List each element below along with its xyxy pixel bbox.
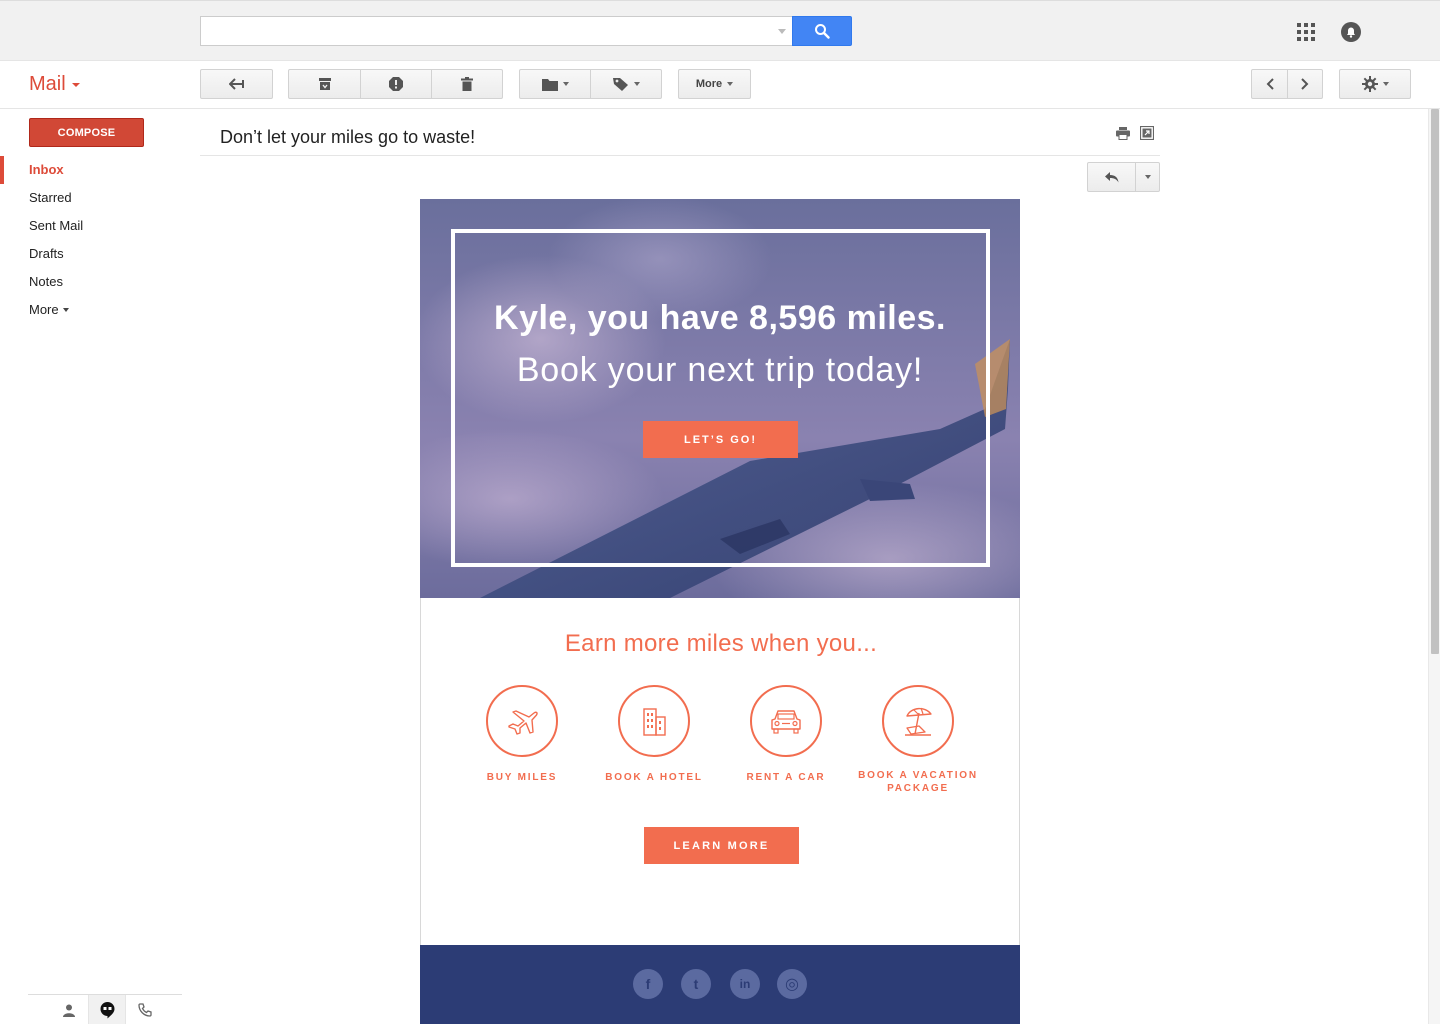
sidebar-footer-tabs bbox=[28, 994, 182, 1024]
scrollbar-thumb[interactable] bbox=[1431, 109, 1439, 654]
report-spam-icon bbox=[389, 77, 403, 91]
archive-button[interactable] bbox=[288, 69, 361, 99]
feature-icon-circle bbox=[486, 685, 558, 757]
airplane-icon bbox=[508, 710, 538, 735]
feature-label: BOOK A HOTEL bbox=[605, 772, 703, 783]
linkedin-icon[interactable]: in bbox=[730, 969, 760, 999]
contacts-tab[interactable] bbox=[50, 995, 88, 1024]
facebook-icon[interactable]: f bbox=[633, 969, 663, 999]
feature-label: BOOK A VACATION PACKAGE bbox=[858, 770, 978, 794]
lets-go-button[interactable]: LET’S GO! bbox=[643, 421, 798, 458]
sidebar-item-starred[interactable]: Starred bbox=[0, 184, 190, 212]
reply-button[interactable] bbox=[1087, 162, 1136, 192]
message-subject: Don’t let your miles go to waste! bbox=[220, 127, 476, 147]
feature-book-vacation-package[interactable]: BOOK A VACATION PACKAGE bbox=[858, 685, 978, 795]
chevron-right-icon bbox=[1301, 78, 1309, 90]
subject-divider bbox=[200, 155, 1160, 156]
toolbar-divider bbox=[0, 108, 1440, 109]
more-actions-label: More bbox=[695, 78, 723, 90]
mail-app-switcher[interactable]: Mail bbox=[29, 73, 80, 96]
chevron-down-icon bbox=[633, 82, 640, 86]
delete-button[interactable] bbox=[431, 69, 503, 99]
more-actions-button[interactable]: More bbox=[678, 69, 751, 99]
feature-icon-circle bbox=[618, 685, 690, 757]
labels-icon bbox=[612, 78, 628, 91]
feature-icon-circle bbox=[750, 685, 822, 757]
sidebar-item-label: Drafts bbox=[29, 246, 64, 261]
email-body: Kyle, you have 8,596 miles. Book your ne… bbox=[420, 199, 1020, 1024]
reply-icon bbox=[1104, 171, 1118, 182]
sidebar-item-sent-mail[interactable]: Sent Mail bbox=[0, 212, 190, 240]
settings-gear-icon bbox=[1361, 76, 1378, 92]
chevron-down-icon bbox=[71, 82, 80, 87]
delete-icon bbox=[461, 77, 473, 91]
sidebar-item-label: Starred bbox=[29, 190, 72, 205]
mail-label: Mail bbox=[29, 73, 66, 95]
sidebar-item-drafts[interactable]: Drafts bbox=[0, 240, 190, 268]
feature-book-hotel[interactable]: BOOK A HOTEL bbox=[594, 685, 714, 784]
contacts-icon bbox=[63, 1004, 75, 1017]
chevron-down-icon bbox=[62, 308, 69, 312]
search-options-caret-icon[interactable] bbox=[778, 29, 786, 34]
move-to-button[interactable] bbox=[519, 69, 591, 99]
beach-umbrella-icon bbox=[905, 707, 932, 736]
sidebar-item-notes[interactable]: Notes bbox=[0, 268, 190, 296]
hero-banner: Kyle, you have 8,596 miles. Book your ne… bbox=[420, 199, 1020, 598]
chevron-down-icon bbox=[1382, 82, 1389, 86]
notifications-icon[interactable] bbox=[1340, 21, 1362, 43]
feature-buy-miles[interactable]: BUY MILES bbox=[462, 685, 582, 784]
older-button[interactable] bbox=[1287, 69, 1323, 99]
page-scrollbar[interactable] bbox=[1428, 109, 1440, 1024]
search-button[interactable] bbox=[792, 16, 852, 46]
learn-more-button[interactable]: LEARN MORE bbox=[644, 827, 799, 864]
search-icon bbox=[815, 24, 830, 39]
twitter-icon[interactable]: t bbox=[681, 969, 711, 999]
settings-button[interactable] bbox=[1339, 69, 1411, 99]
hangouts-tab[interactable] bbox=[88, 995, 126, 1024]
feature-label: BUY MILES bbox=[486, 772, 558, 783]
chevron-down-icon bbox=[727, 82, 734, 86]
phone-tab[interactable] bbox=[126, 995, 164, 1024]
hotel-building-icon bbox=[643, 708, 666, 736]
hero-headline: Kyle, you have 8,596 miles. bbox=[494, 299, 946, 337]
phone-icon bbox=[138, 1003, 152, 1017]
earn-miles-title: Earn more miles when you... bbox=[564, 630, 878, 657]
move-to-folder-icon bbox=[541, 78, 558, 91]
back-arrow-icon bbox=[228, 78, 244, 90]
car-icon bbox=[771, 710, 801, 734]
feature-rent-car[interactable]: RENT A CAR bbox=[726, 685, 846, 784]
reply-button-group bbox=[1087, 162, 1160, 192]
email-footer: f t in ◎ bbox=[420, 945, 1020, 1024]
earn-miles-section: Earn more miles when you... BUY MILES BO… bbox=[420, 598, 1020, 945]
compose-button[interactable]: COMPOSE bbox=[29, 118, 144, 147]
chevron-down-icon bbox=[1144, 175, 1151, 179]
top-bar bbox=[0, 0, 1440, 61]
hero-frame bbox=[451, 229, 990, 567]
instagram-icon[interactable]: ◎ bbox=[777, 969, 807, 999]
hangouts-icon bbox=[100, 1001, 114, 1018]
sidebar-nav: Inbox Starred Sent Mail Drafts Notes Mor… bbox=[0, 156, 190, 324]
reply-more-button[interactable] bbox=[1136, 162, 1160, 192]
chevron-down-icon bbox=[562, 82, 569, 86]
labels-button[interactable] bbox=[590, 69, 662, 99]
open-in-new-window-icon[interactable] bbox=[1140, 126, 1154, 140]
sidebar-item-label: More bbox=[29, 302, 59, 317]
sidebar-item-label: Notes bbox=[29, 274, 63, 289]
sidebar-item-label: Inbox bbox=[29, 162, 64, 177]
sidebar-item-more[interactable]: More bbox=[0, 296, 190, 324]
feature-icon-circle bbox=[882, 685, 954, 757]
sidebar-item-inbox[interactable]: Inbox bbox=[0, 156, 190, 184]
report-spam-button[interactable] bbox=[361, 69, 432, 99]
newer-button[interactable] bbox=[1251, 69, 1288, 99]
chevron-left-icon bbox=[1266, 78, 1274, 90]
back-to-inbox-button[interactable] bbox=[200, 69, 273, 99]
hero-subheadline: Book your next trip today! bbox=[516, 351, 924, 389]
apps-grid-icon[interactable] bbox=[1297, 23, 1315, 41]
sidebar-item-label: Sent Mail bbox=[29, 218, 84, 233]
search-input[interactable] bbox=[200, 16, 792, 46]
archive-icon bbox=[318, 78, 331, 90]
print-icon[interactable] bbox=[1116, 126, 1130, 140]
feature-label: RENT A CAR bbox=[746, 772, 826, 783]
